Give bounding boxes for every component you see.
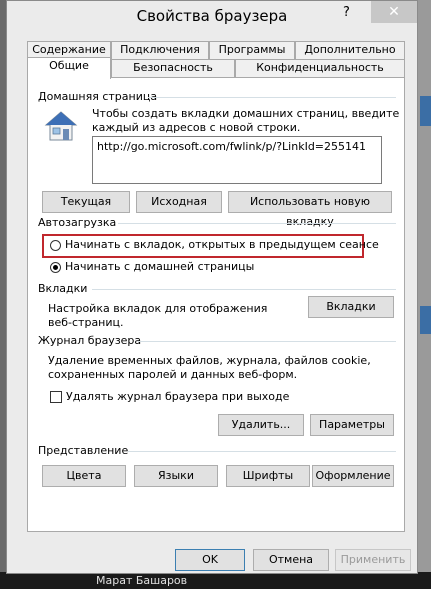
start-with-previous-tabs-label[interactable]: Начинать с вкладок, открытых в предыдуще… [65,238,379,251]
start-with-previous-tabs-radio[interactable] [50,240,61,251]
close-icon: ✕ [388,4,400,20]
section-divider [148,97,396,98]
tab-advanced[interactable]: Дополнительно [295,41,405,59]
delete-history-on-exit-checkbox[interactable] [50,391,62,403]
delete-history-button[interactable]: Удалить... [218,414,304,436]
home-page-description-line2: каждый из адресов с новой строки. [92,121,301,134]
fonts-button[interactable]: Шрифты [226,465,310,487]
accessibility-button[interactable]: Оформление [312,465,394,487]
tab-security[interactable]: Безопасность [111,59,235,77]
delete-history-on-exit-label[interactable]: Удалять журнал браузера при выходе [66,390,289,403]
home-page-description-line1: Чтобы создать вкладки домашних страниц, … [92,107,400,120]
home-page-url: http://go.microsoft.com/fwlink/p/?LinkId… [97,140,367,153]
section-divider [92,289,396,290]
house-icon [44,111,78,141]
history-description-line1: Удаление временных файлов, журнала, файл… [48,354,371,367]
radio-selected-dot [53,265,58,270]
use-default-button[interactable]: Исходная [136,191,222,213]
background-window-edge [418,0,431,589]
history-section-title: Журнал браузера [38,334,142,347]
ok-button[interactable]: OK [175,549,245,571]
tabs-section-title: Вкладки [38,282,88,295]
background-taskbar: Марат Башаров [0,572,431,589]
use-new-tab-button[interactable]: Использовать новую вкладку [228,191,392,228]
tab-programs[interactable]: Программы [209,41,295,59]
background-blue-block [420,306,431,334]
help-button[interactable]: ? [343,5,350,20]
section-divider [128,451,396,452]
cancel-button[interactable]: Отмена [253,549,329,571]
tab-general[interactable]: Общие [27,57,111,79]
start-with-home-page-label[interactable]: Начинать с домашней страницы [65,260,254,273]
home-page-url-textarea[interactable]: http://go.microsoft.com/fwlink/p/?LinkId… [92,136,382,184]
apply-button[interactable]: Применить [335,549,411,571]
general-tab-panel: Домашняя страница Чтобы создать вкладки … [27,77,405,532]
start-with-home-page-radio[interactable] [50,262,61,273]
use-current-button[interactable]: Текущая [42,191,130,213]
tabs-settings-button[interactable]: Вкладки [308,296,394,318]
tab-connections[interactable]: Подключения [111,41,209,59]
internet-options-dialog: Свойства браузера ? ✕ Содержание Подключ… [6,0,418,574]
tabs-description-line1: Настройка вкладок для отображения [48,302,268,315]
background-taskbar-text: Марат Башаров [96,574,188,587]
languages-button[interactable]: Языки [134,465,218,487]
tab-privacy[interactable]: Конфиденциальность [235,59,405,77]
appearance-section-title: Представление [38,444,129,457]
section-divider [118,223,396,224]
colors-button[interactable]: Цвета [42,465,126,487]
background-blue-block [420,96,431,126]
history-description-line2: сохраненных паролей и данных веб-форм. [48,368,298,381]
title-bar: Свойства браузера ? ✕ [7,1,417,33]
home-page-section-title: Домашняя страница [38,90,158,103]
section-divider [138,341,396,342]
startup-section-title: Автозагрузка [38,216,117,229]
tabs-description-line2: веб-страниц. [48,316,124,329]
window-title: Свойства браузера [136,7,288,25]
history-settings-button[interactable]: Параметры [310,414,394,436]
close-button[interactable]: ✕ [371,1,417,23]
